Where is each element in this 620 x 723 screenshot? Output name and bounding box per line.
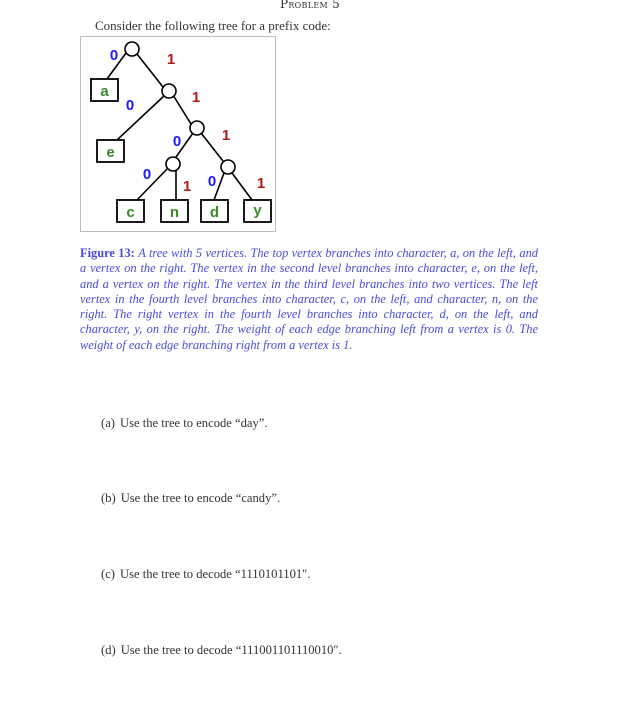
question-c: (c) Use the tree to decode “1110101101″. <box>101 567 311 582</box>
leaf-c: c <box>126 204 134 221</box>
problem-title: Problem 5 <box>279 0 341 11</box>
question-text: Use the tree to decode “111001101110010″… <box>120 643 342 657</box>
figure-caption-text: A tree with 5 vertices. The top vertex b… <box>80 246 539 352</box>
question-a: (a) Use the tree to encode “day”. <box>101 416 268 431</box>
question-d: (d) Use the tree to decode “1110011011100… <box>101 643 342 658</box>
edge-v2-e <box>116 94 166 141</box>
edge-label-1: 1 <box>222 127 230 144</box>
vertex-level2 <box>161 83 177 99</box>
tree-diagram: a e c n d y 0 0 0 0 0 1 1 1 1 1 <box>90 41 272 223</box>
vertex-level4-left <box>165 156 181 172</box>
leaf-d: d <box>210 204 219 221</box>
vertex-level3 <box>189 120 205 136</box>
edge-label-0: 0 <box>208 173 216 190</box>
question-text: Use the tree to encode “candy”. <box>120 491 281 505</box>
question-text: Use the tree to encode “day”. <box>119 416 268 430</box>
edge-v4r-y <box>231 172 253 201</box>
edge-label-1: 1 <box>257 175 265 192</box>
edge-label-1: 1 <box>192 89 200 106</box>
leaf-e: e <box>106 144 114 161</box>
figure-caption-label: Figure 13: <box>80 246 135 260</box>
edge-label-0: 0 <box>173 133 181 150</box>
question-b: (b) Use the tree to encode “candy”. <box>101 491 280 506</box>
edge-v3-v4r <box>200 132 224 162</box>
edge-root-v2 <box>136 53 164 88</box>
leaf-n: n <box>170 204 179 221</box>
intro-text: Consider the following tree for a prefix… <box>95 18 331 33</box>
edge-label-1: 1 <box>183 178 191 195</box>
question-label: (a) <box>101 416 115 430</box>
question-label: (c) <box>101 567 115 581</box>
prefix-code-tree-figure: a e c n d y 0 0 0 0 0 1 1 1 1 1 <box>80 36 276 232</box>
edge-label-0: 0 <box>110 47 118 64</box>
problem-header: Problem 5 <box>0 0 620 11</box>
leaf-y: y <box>253 202 262 219</box>
vertex-root <box>124 41 140 57</box>
edge-label-0: 0 <box>143 166 151 183</box>
leaf-a: a <box>100 83 109 100</box>
edge-v2-v3 <box>172 94 192 125</box>
question-label: (d) <box>101 643 116 657</box>
question-text: Use the tree to decode “1110101101″. <box>119 567 311 581</box>
edge-label-0: 0 <box>126 97 134 114</box>
vertex-level4-right <box>220 159 236 175</box>
edge-v4l-c <box>136 167 169 201</box>
figure-caption: Figure 13: A tree with 5 vertices. The t… <box>80 246 538 353</box>
edge-label-1: 1 <box>167 51 175 68</box>
question-label: (b) <box>101 491 116 505</box>
